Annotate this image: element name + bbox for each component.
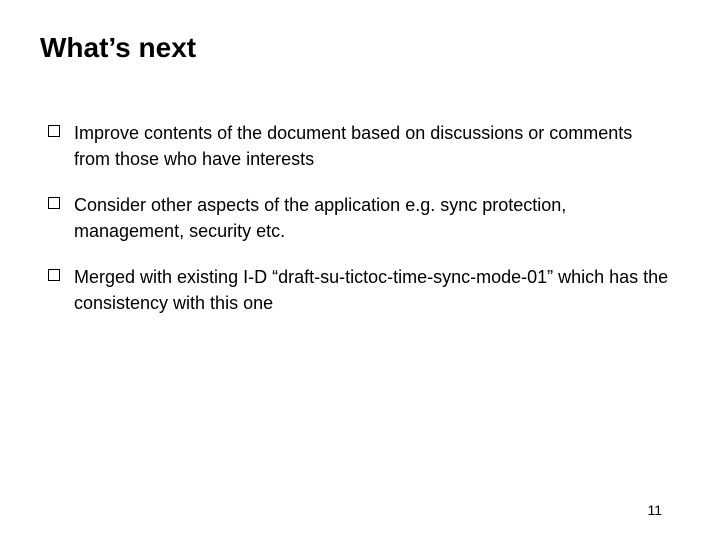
slide: What’s next Improve contents of the docu… [0,0,720,540]
bullet-text: Improve contents of the document based o… [74,120,672,172]
list-item: Improve contents of the document based o… [48,120,672,172]
square-bullet-icon [48,197,60,209]
list-item: Consider other aspects of the applicatio… [48,192,672,244]
content-area: Improve contents of the document based o… [48,120,672,337]
page-number: 11 [647,502,662,518]
list-item: Merged with existing I-D “draft-su-ticto… [48,264,672,316]
page-title: What’s next [40,32,196,64]
bullet-text: Merged with existing I-D “draft-su-ticto… [74,264,672,316]
bullet-text: Consider other aspects of the applicatio… [74,192,672,244]
square-bullet-icon [48,269,60,281]
square-bullet-icon [48,125,60,137]
